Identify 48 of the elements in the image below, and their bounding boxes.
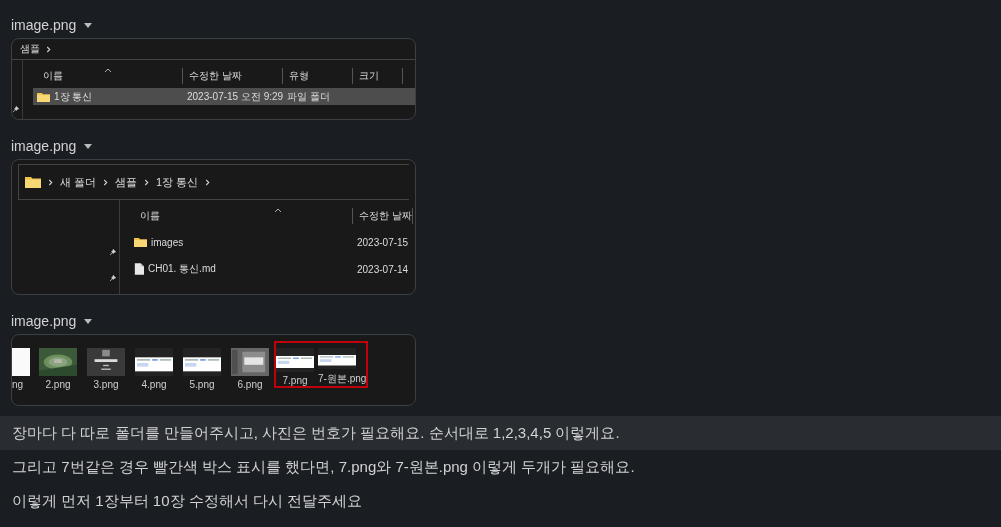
sort-icon [104,68,112,73]
breadcrumb-item: 1장 통신 [156,174,199,190]
column-header[interactable]: 수정한 날짜 [359,209,412,223]
pin-icon [12,105,20,113]
file-name: CH01. 통신.md [148,262,216,276]
caret-icon[interactable] [84,318,93,324]
chevron-icon [144,178,150,186]
column-header[interactable]: 수정한 날짜 [189,69,242,83]
attachment-title[interactable]: image.png [11,138,77,154]
file-label: 4.png [141,379,167,390]
breadcrumb-item: 샘플 [20,42,40,56]
file-date: 2023-07-15 [357,236,409,248]
pin-icon [109,274,117,282]
caret-icon[interactable] [84,22,93,28]
message-text: 장마다 다 따로 폴더를 만들어주시고, 사진은 번호가 필요해요. 순서대로 1,2,3,4,5 이렇게요. [0,416,1001,450]
file-label: 6.png [237,379,263,390]
file-name: 1장 통신 [54,89,93,104]
breadcrumb-item: 샘플 [115,174,138,190]
file-date: 2023-07-14 [357,263,409,275]
file-label: 7-원본.png [318,372,367,386]
column-header[interactable]: 이름 [140,209,160,223]
file-name: images [151,236,184,248]
breadcrumb-item: 새 폴더 [60,174,97,190]
file-type: 파일 폴더 [287,89,330,104]
caret-icon[interactable] [84,143,93,149]
message-text: 그리고 7번같은 경우 빨간색 박스 표시를 했다면, 7.png와 7-원본.png 이렇게 두개가 필요해요. [11,456,636,477]
attachment-title[interactable]: image.png [11,17,77,33]
file-label: 7.png [282,375,308,386]
chevron-icon [48,178,53,186]
chevron-icon [103,178,109,186]
column-header[interactable]: 크기 [359,69,379,83]
column-header[interactable]: 유형 [289,69,309,83]
file-label: 2.png [45,379,71,390]
file-label: ng [12,379,24,390]
attachment-title[interactable]: image.png [11,313,77,329]
pin-icon [109,248,117,256]
sort-icon [274,208,282,213]
chevron-icon [46,45,51,53]
file-label: 5.png [189,379,215,390]
message-text: 이렇게 먼저 1장부터 10장 수정해서 다시 전달주세요 [11,490,364,511]
file-icon [134,263,144,275]
chevron-icon [205,178,211,186]
file-label: 3.png [93,379,119,390]
folder-icon [37,91,50,102]
folder-icon [25,176,41,188]
file-date: 2023-07-15 오전 9:29 [187,89,284,104]
folder-icon [134,237,147,247]
column-header[interactable]: 이름 [43,69,63,83]
